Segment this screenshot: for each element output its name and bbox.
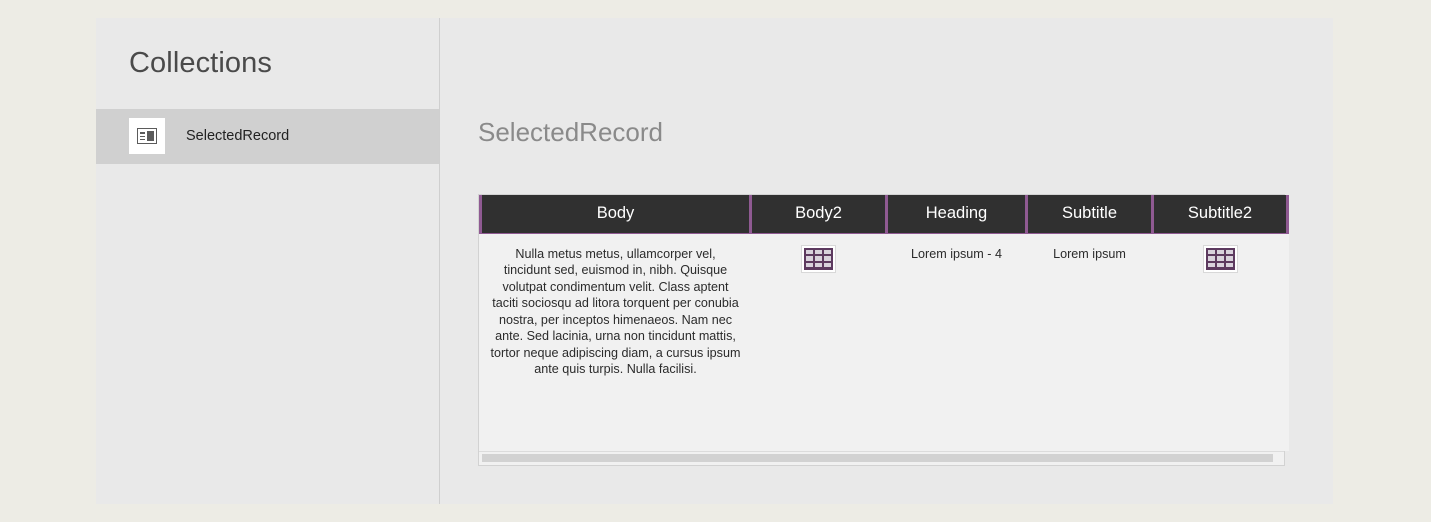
sidebar-item-selectedrecord[interactable]: SelectedRecord: [96, 108, 439, 164]
card-icon-glyph: [137, 128, 157, 145]
column-header-body2[interactable]: Body2: [749, 195, 887, 234]
column-header-heading[interactable]: Heading: [885, 195, 1027, 234]
table-glyph-icon[interactable]: [1202, 244, 1238, 273]
main-panel: SelectedRecord Body Body2 Heading Subtit…: [440, 18, 1333, 504]
collections-sidebar: Collections SelectedRecord: [96, 18, 440, 504]
scrollbar-thumb[interactable]: [482, 454, 1273, 462]
cell-body: Nulla metus metus, ullamcorper vel, tinc…: [480, 233, 751, 451]
horizontal-scrollbar[interactable]: [479, 451, 1284, 465]
cell-subtitle2: [1152, 233, 1288, 451]
record-card-icon: [129, 118, 165, 155]
table-header: Body Body2 Heading Subtitle Subtitle2: [479, 195, 1289, 234]
table-row[interactable]: Nulla metus metus, ullamcorper vel, tinc…: [480, 233, 1288, 451]
cell-subtitle: Lorem ipsum: [1026, 233, 1153, 451]
data-grid: Body Body2 Heading Subtitle Subtitle2 Nu…: [479, 195, 1289, 451]
column-header-body[interactable]: Body: [479, 195, 751, 234]
table-header-row: Body Body2 Heading Subtitle Subtitle2: [479, 195, 1289, 234]
table-glyph-icon[interactable]: [801, 244, 836, 273]
sidebar-item-label: SelectedRecord: [186, 128, 290, 145]
collections-list: SelectedRecord: [96, 108, 439, 164]
cell-body2: [750, 233, 887, 451]
table-body: Nulla metus metus, ullamcorper vel, tinc…: [480, 233, 1288, 451]
cell-heading: Lorem ipsum - 4: [886, 233, 1027, 451]
app-window: Collections SelectedRecord SelectedRecor…: [96, 18, 1333, 504]
column-header-subtitle2[interactable]: Subtitle2: [1151, 195, 1289, 234]
collections-title: Collections: [129, 47, 272, 79]
column-header-subtitle[interactable]: Subtitle: [1025, 195, 1153, 234]
collection-data-table: Body Body2 Heading Subtitle Subtitle2 Nu…: [478, 194, 1289, 466]
page-title: SelectedRecord: [478, 117, 663, 147]
